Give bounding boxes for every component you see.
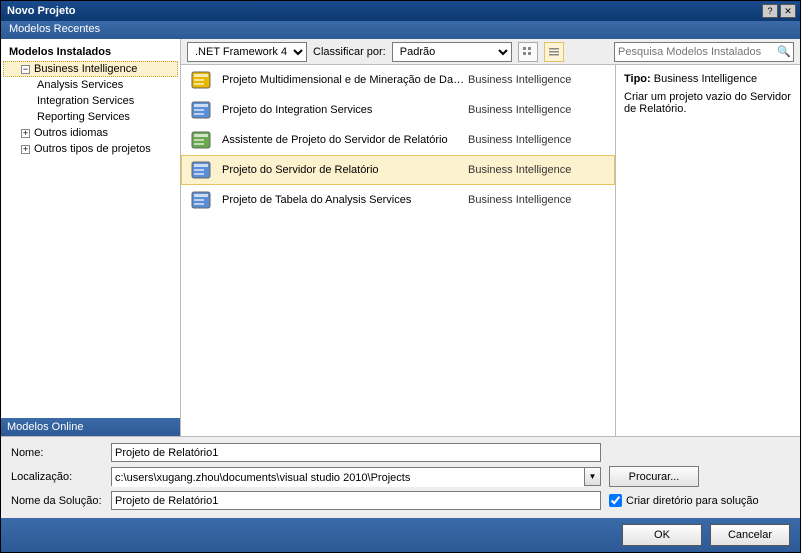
template-icon	[188, 188, 216, 212]
solution-input[interactable]	[111, 491, 601, 510]
solution-label: Nome da Solução:	[11, 495, 103, 507]
titlebar: Novo Projeto ? ✕	[1, 1, 800, 21]
template-row[interactable]: Projeto do Servidor de RelatórioBusiness…	[181, 155, 615, 185]
recent-templates-tab[interactable]: Modelos Recentes	[1, 21, 181, 39]
tree-item-other-project-types[interactable]: + Outros tipos de projetos	[3, 141, 178, 157]
search-icon[interactable]: 🔍	[775, 45, 793, 58]
template-list: Projeto Multidimensional e de Mineração …	[181, 65, 615, 436]
tree-item-other-languages[interactable]: + Outros idiomas	[3, 125, 178, 141]
view-list-button[interactable]	[544, 42, 564, 62]
create-directory-checkbox[interactable]	[609, 494, 622, 507]
sort-select[interactable]: Padrão	[392, 42, 512, 62]
template-icon	[188, 128, 216, 152]
browse-button[interactable]: Procurar...	[609, 466, 699, 487]
template-icon	[188, 98, 216, 122]
type-value: Business Intelligence	[654, 73, 757, 85]
type-label: Tipo:	[624, 73, 651, 85]
tree-item-label: Business Intelligence	[34, 63, 137, 75]
template-row[interactable]: Projeto Multidimensional e de Mineração …	[181, 65, 615, 95]
sidebar: Modelos Instalados −Business Intelligenc…	[1, 39, 181, 436]
content: Modelos Instalados −Business Intelligenc…	[1, 39, 800, 436]
template-tree: Modelos Instalados −Business Intelligenc…	[1, 39, 180, 418]
name-label: Nome:	[11, 447, 103, 459]
collapse-icon[interactable]: −	[21, 65, 30, 74]
template-name: Assistente de Projeto do Servidor de Rel…	[222, 134, 468, 146]
category-strip: Modelos Recentes	[1, 21, 800, 39]
template-category: Business Intelligence	[468, 134, 608, 146]
search-input[interactable]	[615, 43, 775, 61]
template-row[interactable]: Assistente de Projeto do Servidor de Rel…	[181, 125, 615, 155]
cancel-button[interactable]: Cancelar	[710, 524, 790, 546]
template-icon	[188, 68, 216, 92]
template-category: Business Intelligence	[468, 74, 608, 86]
main-area: Projeto Multidimensional e de Mineração …	[181, 65, 800, 436]
location-label: Localização:	[11, 471, 103, 483]
online-templates-tab[interactable]: Modelos Online	[1, 418, 180, 436]
template-name: Projeto do Servidor de Relatório	[222, 164, 468, 176]
create-directory-label: Criar diretório para solução	[626, 495, 759, 507]
template-row[interactable]: Projeto do Integration ServicesBusiness …	[181, 95, 615, 125]
tree-item-reporting-services[interactable]: Reporting Services	[3, 109, 178, 125]
expand-icon[interactable]: +	[21, 145, 30, 154]
close-button[interactable]: ✕	[780, 4, 796, 18]
template-category: Business Intelligence	[468, 104, 608, 116]
help-button[interactable]: ?	[762, 4, 778, 18]
sort-label: Classificar por:	[313, 46, 386, 58]
view-small-icons-button[interactable]	[518, 42, 538, 62]
tree-item-label: Outros tipos de projetos	[34, 143, 151, 155]
template-name: Projeto de Tabela do Analysis Services	[222, 194, 468, 206]
expand-icon[interactable]: +	[21, 129, 30, 138]
framework-select[interactable]: .NET Framework 4	[187, 42, 307, 62]
footer: OK Cancelar	[1, 518, 800, 552]
tree-item-analysis-services[interactable]: Analysis Services	[3, 77, 178, 93]
template-name: Projeto Multidimensional e de Mineração …	[222, 74, 468, 86]
template-icon	[188, 158, 216, 182]
window-title: Novo Projeto	[5, 5, 760, 17]
template-row[interactable]: Projeto de Tabela do Analysis ServicesBu…	[181, 185, 615, 215]
search-box[interactable]: 🔍	[614, 42, 794, 62]
description-pane: Tipo: Business Intelligence Criar um pro…	[615, 65, 800, 436]
installed-templates-header[interactable]: Modelos Instalados	[3, 43, 178, 61]
location-input[interactable]	[112, 468, 584, 487]
template-name: Projeto do Integration Services	[222, 104, 468, 116]
bottom-form: Nome: Localização: ▼ Procurar... Nome da…	[1, 436, 800, 518]
tree-item-integration-services[interactable]: Integration Services	[3, 93, 178, 109]
template-category: Business Intelligence	[468, 194, 608, 206]
name-input[interactable]	[111, 443, 601, 462]
tree-item-label: Outros idiomas	[34, 127, 108, 139]
tree-item-business-intelligence[interactable]: −Business Intelligence	[3, 61, 178, 77]
description-text: Criar um projeto vazio do Servidor de Re…	[624, 91, 792, 115]
ok-button[interactable]: OK	[622, 524, 702, 546]
toolbar: .NET Framework 4 Classificar por: Padrão…	[181, 39, 800, 65]
template-category: Business Intelligence	[468, 164, 608, 176]
location-dropdown-button[interactable]: ▼	[584, 468, 600, 485]
